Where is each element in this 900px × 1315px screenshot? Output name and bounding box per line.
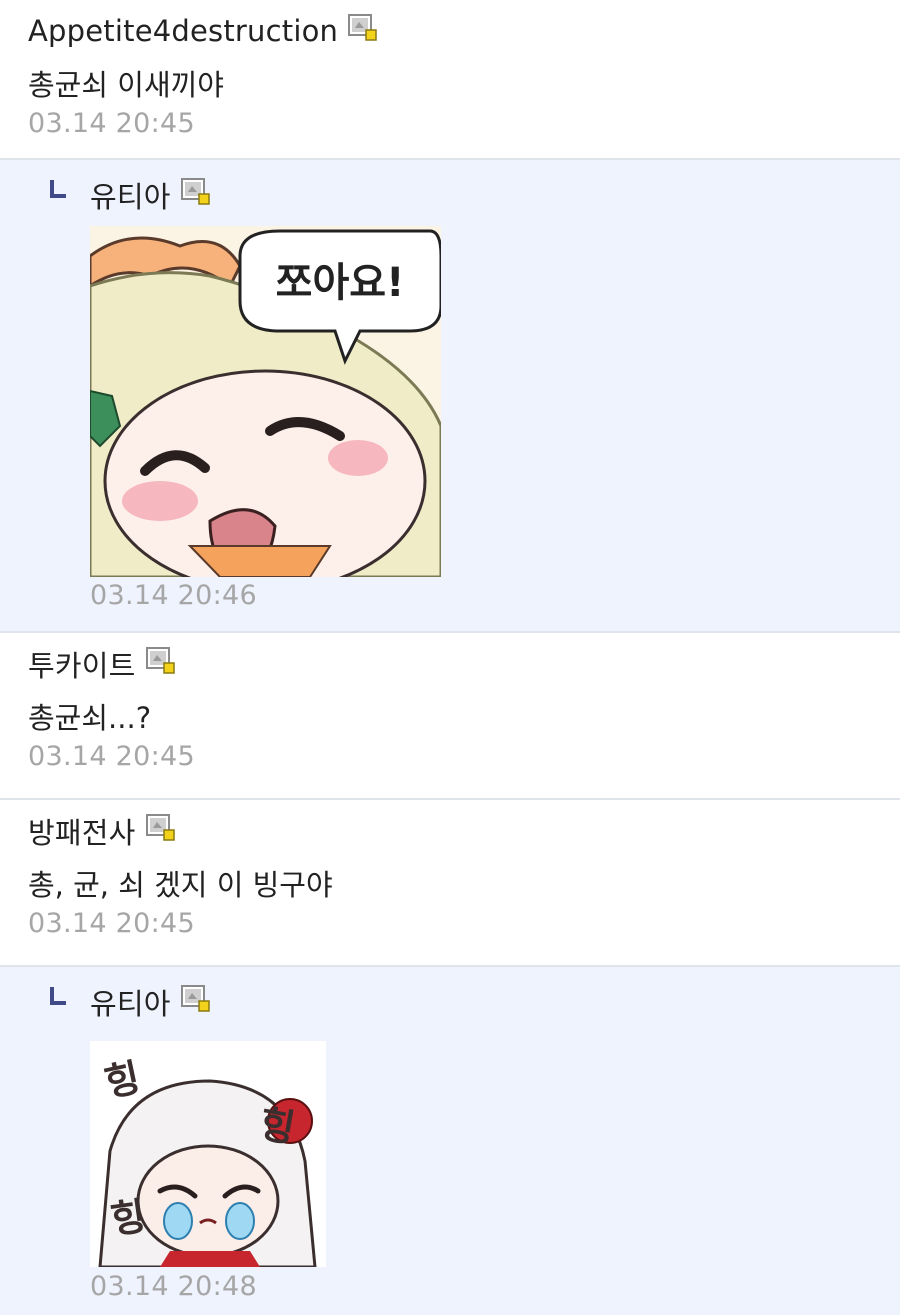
comment-text: 총, 균, 쇠 겠지 이 빙구야 — [28, 868, 333, 902]
comment-item: 투카이트 총균쇠...? 03.14 20:45 — [0, 633, 900, 800]
reply-arrow-icon — [48, 983, 70, 1021]
comment-author-row: 유티아 — [48, 983, 211, 1021]
comment-author-row: 방패전사 — [28, 812, 176, 850]
sticker-image[interactable]: 쪼아요! — [90, 226, 441, 577]
comment-list: Appetite4destruction 총균쇠 이새끼야 03.14 20:4… — [0, 0, 900, 1315]
sticker-caption: 쪼아요! — [276, 260, 405, 306]
level-badge-icon — [180, 985, 211, 1013]
level-badge-icon — [145, 647, 176, 675]
sticker-image[interactable]: 힝 힝 힝 — [90, 1041, 326, 1267]
comment-item: 방패전사 총, 균, 쇠 겠지 이 빙구야 03.14 20:45 — [0, 800, 900, 967]
comment-timestamp: 03.14 20:45 — [28, 108, 195, 139]
level-badge-icon — [348, 14, 378, 42]
comment-author[interactable]: 유티아 — [90, 981, 171, 1023]
comment-author[interactable]: 유티아 — [90, 174, 171, 216]
comment-author[interactable]: Appetite4destruction — [28, 14, 338, 48]
level-badge-icon — [180, 178, 211, 206]
comment-author-row: Appetite4destruction — [28, 12, 378, 50]
reply-arrow-icon — [48, 176, 70, 214]
comment-timestamp: 03.14 20:45 — [28, 741, 195, 772]
reply-comment-item: 유티아 — [0, 967, 900, 1315]
comment-author[interactable]: 방패전사 — [28, 810, 136, 852]
sticker-caption: 힝 — [108, 1194, 149, 1242]
comment-timestamp: 03.14 20:45 — [28, 908, 195, 939]
comment-author[interactable]: 투카이트 — [28, 643, 136, 685]
comment-text: 총균쇠...? — [28, 701, 152, 735]
comment-text: 총균쇠 이새끼야 — [28, 68, 224, 102]
comment-timestamp: 03.14 20:46 — [90, 580, 257, 611]
level-badge-icon — [145, 814, 176, 842]
reply-comment-item: 유티아 — [0, 160, 900, 633]
comment-timestamp: 03.14 20:48 — [90, 1271, 257, 1302]
comment-author-row: 투카이트 — [28, 645, 176, 683]
comment-author-row: 유티아 — [48, 176, 211, 214]
comment-item: Appetite4destruction 총균쇠 이새끼야 03.14 20:4… — [0, 0, 900, 160]
